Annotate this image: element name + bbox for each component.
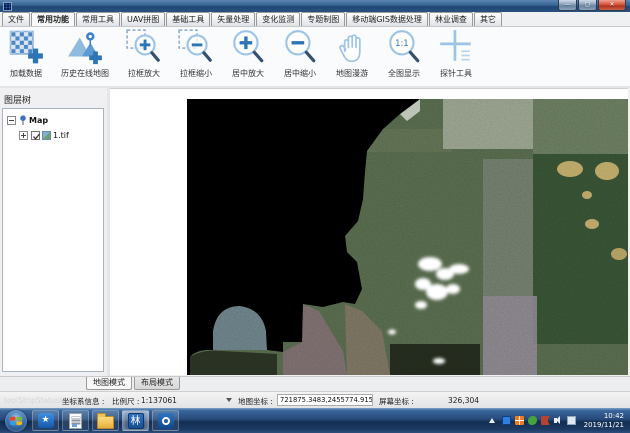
tab-mobile-gis-data[interactable]: 移动端GIS数据处理 (346, 12, 428, 26)
window-titlebar[interactable]: — ▢ ✕ (0, 0, 630, 12)
tree-item-map[interactable]: Map (7, 113, 103, 127)
clock-date: 2019/11/21 (584, 421, 624, 430)
map-coord-box: 721875.3483,2455774.9159 (277, 394, 373, 406)
hidden-icons-arrow[interactable] (489, 418, 495, 423)
close-button[interactable]: ✕ (598, 0, 626, 11)
tree-item-tif[interactable]: 1.tif (19, 128, 103, 142)
tray-green-icon[interactable] (528, 416, 537, 425)
folder-icon (97, 416, 114, 429)
network-icon[interactable] (567, 416, 576, 425)
app-icon (3, 2, 12, 11)
center-zoom-in-icon (229, 28, 267, 66)
history-online-map-button[interactable]: 历史在线地图 (54, 28, 116, 85)
screen-coord-value: 326,304 (448, 396, 479, 405)
tab-forestry-survey[interactable]: 林业调查 (429, 12, 473, 26)
document-icon (69, 413, 82, 429)
screen-coord-label: 屏幕坐标 : (379, 396, 414, 407)
system-tray: 10:42 2019/11/21 (489, 408, 630, 433)
tab-file[interactable]: 文件 (2, 12, 30, 26)
main-toolbar: 加载数据 历史在线地图 拉框放大 (0, 27, 630, 88)
probe-tool-button[interactable]: 探针工具 (432, 28, 480, 85)
load-data-icon (7, 28, 45, 66)
tab-uav-mosaic[interactable]: UAV拼图 (121, 12, 165, 26)
box-zoom-out-button[interactable]: 拉框缩小 (172, 28, 220, 85)
layer-tree[interactable]: Map 1.tif (2, 108, 104, 372)
scale-combobox[interactable]: 1:137061 (141, 396, 177, 405)
raster-layer-icon (42, 131, 51, 140)
pan-hand-icon (333, 28, 371, 66)
full-extent-label: 全图显示 (388, 68, 420, 79)
tab-other[interactable]: 其它 (474, 12, 502, 26)
history-online-map-icon (66, 28, 104, 66)
tab-basic-tools[interactable]: 基础工具 (166, 12, 210, 26)
check-icon (32, 132, 41, 141)
box-zoom-in-label: 拉框放大 (128, 68, 160, 79)
mode-tab-bar: 地图模式 布局模式 (0, 376, 630, 391)
windows-logo-icon (9, 414, 23, 428)
star-app-icon: ★ (38, 413, 54, 428)
taskbar-app-star[interactable]: ★ (32, 410, 59, 431)
box-zoom-in-icon (125, 28, 163, 66)
history-online-map-label: 历史在线地图 (61, 68, 109, 79)
ribbon-tab-bar: 文件 常用功能 常用工具 UAV拼图 基础工具 矢量处理 变化监测 专题制图 移… (0, 12, 630, 27)
tree-item-tif-label: 1.tif (53, 131, 69, 140)
taskbar-app-explorer[interactable] (92, 410, 119, 431)
map-pan-label: 地图漫游 (336, 68, 368, 79)
collapse-icon[interactable] (7, 116, 16, 125)
forestry-app-icon: 林 (128, 413, 144, 429)
tray-flag-icon[interactable] (541, 416, 550, 425)
box-zoom-out-label: 拉框缩小 (180, 68, 212, 79)
tab-vector-processing[interactable]: 矢量处理 (211, 12, 255, 26)
layer-checkbox[interactable] (31, 131, 40, 140)
taskbar-app-forestry-gis[interactable]: 林 (122, 410, 149, 431)
map-coord-label: 地图坐标 : (238, 396, 273, 407)
layer-panel: 图层树 Map (0, 88, 107, 376)
center-zoom-in-button[interactable]: 居中放大 (224, 28, 272, 85)
maximize-button[interactable]: ▢ (578, 0, 597, 11)
taskbar-app-o[interactable] (152, 410, 179, 431)
load-data-label: 加载数据 (10, 68, 42, 79)
taskbar: ★ 林 10:42 2019/11/21 (0, 408, 630, 433)
center-zoom-out-label: 居中缩小 (284, 68, 316, 79)
tab-map-mode[interactable]: 地图模式 (86, 377, 132, 390)
full-extent-icon: 1:1 (385, 28, 423, 66)
box-zoom-in-button[interactable]: 拉框放大 (120, 28, 168, 85)
o-app-icon (158, 413, 174, 429)
start-button[interactable] (5, 410, 27, 432)
tray-grid-icon[interactable] (515, 416, 524, 425)
tab-change-detection[interactable]: 变化监测 (256, 12, 300, 26)
minimize-button[interactable]: — (558, 0, 577, 11)
tree-item-map-label: Map (29, 116, 48, 125)
crs-info-label: 坐标系信息 : (62, 396, 104, 407)
box-zoom-out-icon (177, 28, 215, 66)
layer-tree-title: 图层树 (4, 93, 31, 106)
center-zoom-out-button[interactable]: 居中缩小 (276, 28, 324, 85)
scale-label: 比例尺 : (112, 396, 139, 407)
map-canvas[interactable] (110, 88, 628, 375)
taskbar-clock[interactable]: 10:42 2019/11/21 (584, 412, 624, 430)
probe-tool-label: 探针工具 (440, 68, 472, 79)
status-bar: toolStripStatusLabel1 坐标系信息 : 比例尺 : 1:13… (0, 391, 630, 408)
main-area: 图层树 Map (0, 88, 630, 376)
tab-layout-mode[interactable]: 布局模式 (134, 377, 180, 390)
clock-time: 10:42 (584, 412, 624, 421)
expand-icon[interactable] (19, 131, 28, 140)
center-zoom-out-icon (281, 28, 319, 66)
tab-common-tools[interactable]: 常用工具 (76, 12, 120, 26)
volume-icon[interactable] (554, 416, 563, 425)
application-window: — ▢ ✕ 文件 常用功能 常用工具 UAV拼图 基础工具 矢量处理 变化监测 … (0, 0, 630, 433)
tab-thematic-mapping[interactable]: 专题制图 (301, 12, 345, 26)
scale-dropdown-icon[interactable] (226, 398, 232, 402)
svg-text:1:1: 1:1 (395, 38, 409, 48)
full-extent-button[interactable]: 1:1 全图显示 (380, 28, 428, 85)
tab-common-functions[interactable]: 常用功能 (31, 12, 75, 26)
map-imagery (187, 99, 628, 375)
taskbar-app-notepad[interactable] (62, 410, 89, 431)
load-data-button[interactable]: 加载数据 (2, 28, 50, 85)
center-zoom-in-label: 居中放大 (232, 68, 264, 79)
probe-tool-icon (437, 28, 475, 66)
map-pan-button[interactable]: 地图漫游 (328, 28, 376, 85)
map-pin-icon (19, 115, 27, 126)
tray-security-icon[interactable] (502, 416, 511, 425)
